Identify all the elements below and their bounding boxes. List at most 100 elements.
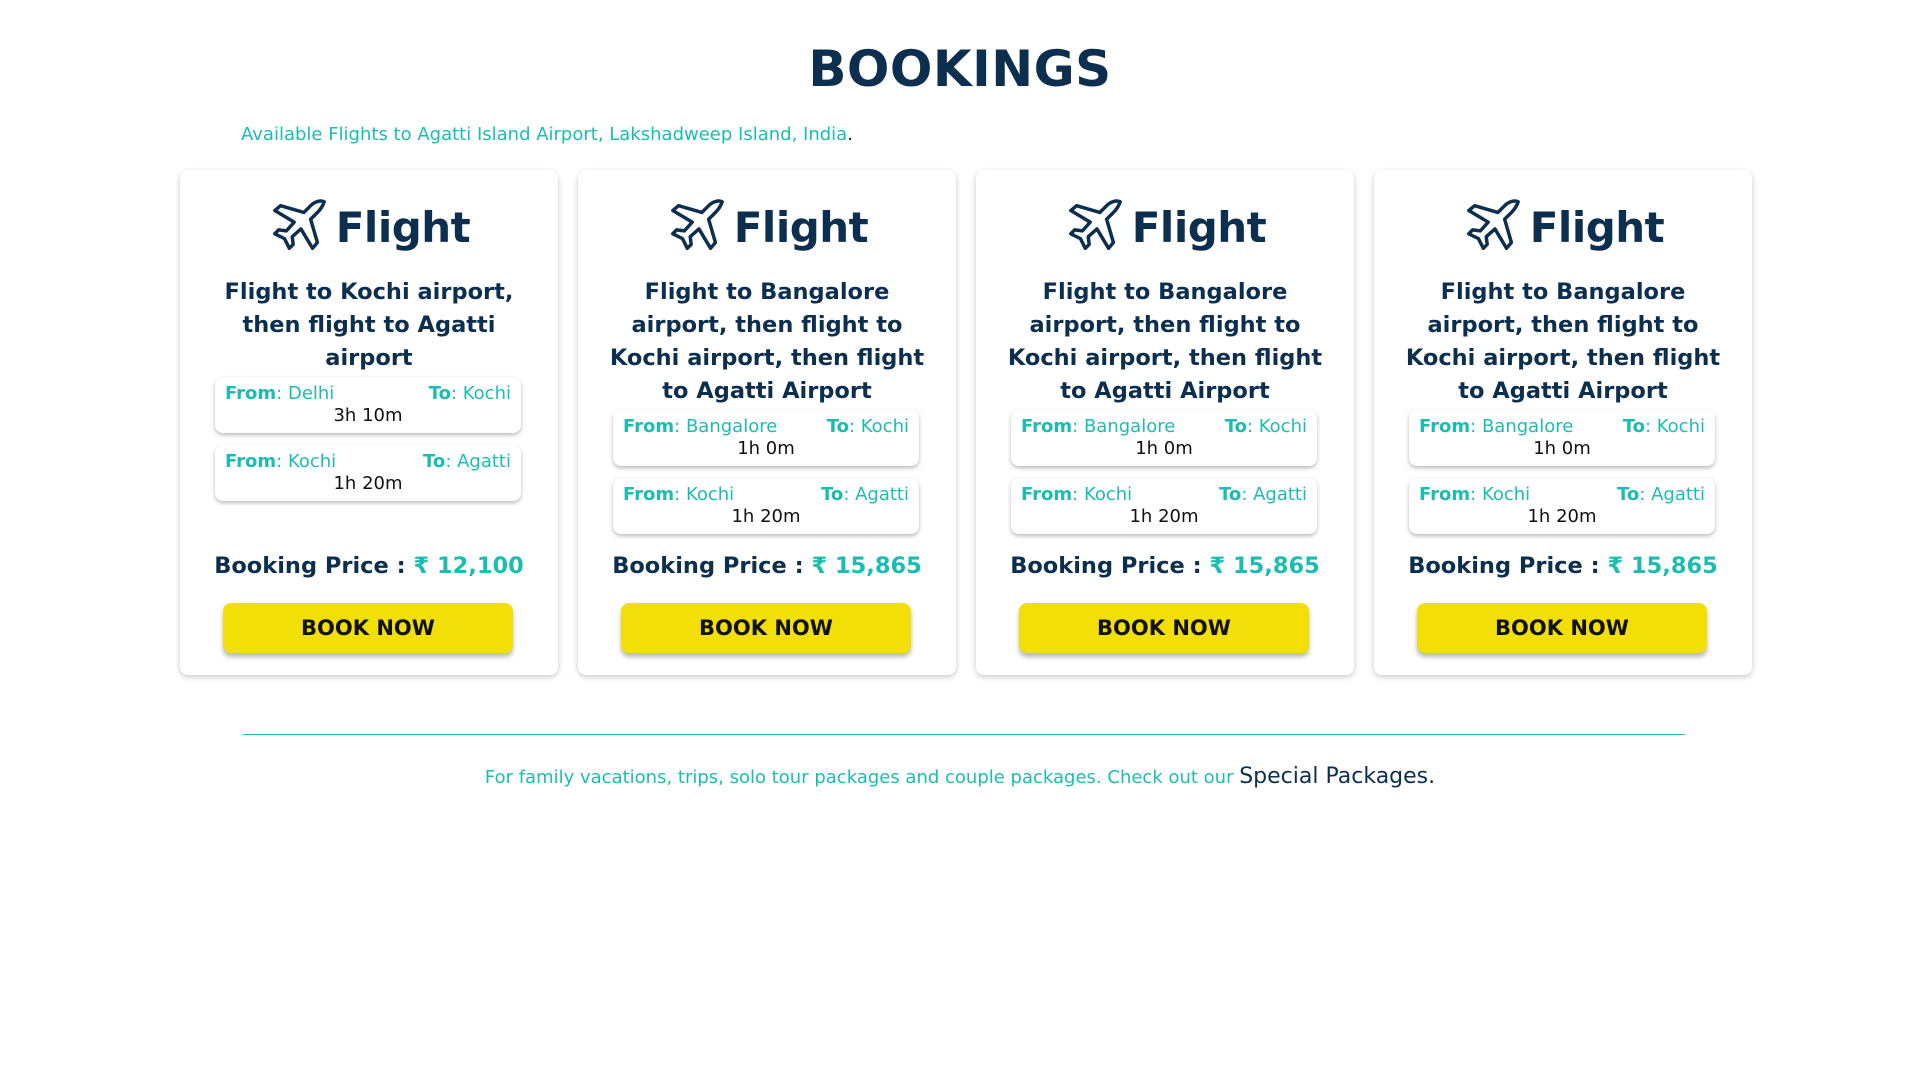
from-label: From (623, 484, 675, 505)
booking-price: Booking Price : ₹ 15,865 (1374, 553, 1752, 579)
booking-price: Booking Price : ₹ 15,865 (976, 553, 1354, 579)
flight-legs: From: Bangalore To: Kochi 1h 0m From: Ko… (1011, 410, 1317, 534)
leg-duration: 1h 20m (1129, 506, 1199, 527)
from-city: Delhi (287, 383, 335, 404)
from-city: Kochi (287, 451, 337, 472)
to-label: To (821, 484, 844, 505)
flight-cards: Flight Flight to Kochi airport, then fli… (180, 170, 1752, 675)
from-city: Bangalore (1083, 416, 1176, 437)
subtitle-period: . (847, 124, 853, 145)
to-city: Kochi (462, 383, 511, 404)
airplane-icon (1466, 199, 1520, 251)
from-label: From (225, 383, 277, 404)
route-description: Flight to Bangalore airport, then flight… (1007, 279, 1323, 404)
leg-from: From: Bangalore (1419, 416, 1574, 437)
flight-leg: From: Kochi To: Agatti 1h 20m (613, 478, 919, 534)
leg-duration: 1h 20m (1527, 506, 1597, 527)
footer-text: For family vacations, trips, solo tour p… (484, 767, 1240, 788)
booking-price: Booking Price : ₹ 15,865 (578, 553, 956, 579)
from-label: From (1419, 484, 1471, 505)
from-city: Kochi (1481, 484, 1531, 505)
special-packages-link[interactable]: Special Packages. (1239, 764, 1435, 789)
leg-to: To: Kochi (1622, 416, 1705, 437)
leg-duration: 1h 20m (333, 473, 403, 494)
to-label: To (1617, 484, 1640, 505)
book-now-button[interactable]: BOOK NOW (621, 603, 911, 653)
leg-from: From: Kochi (1419, 484, 1531, 505)
leg-from: From: Bangalore (623, 416, 778, 437)
booking-price: Booking Price : ₹ 12,100 (180, 553, 558, 579)
leg-duration: 3h 10m (333, 405, 403, 426)
to-label: To (826, 416, 849, 437)
price-amount: ₹ 15,865 (811, 553, 922, 579)
route-description: Flight to Bangalore airport, then flight… (609, 279, 925, 404)
airplane-icon (670, 199, 724, 251)
to-city: Agatti (1651, 484, 1705, 505)
book-now-button[interactable]: BOOK NOW (1417, 603, 1707, 653)
book-now-button[interactable]: BOOK NOW (1019, 603, 1309, 653)
leg-endpoints: From: Kochi To: Agatti (1419, 484, 1705, 505)
leg-to: To: Agatti (1617, 484, 1705, 505)
flight-legs: From: Delhi To: Kochi 3h 10m From: Kochi… (215, 377, 521, 501)
flight-leg: From: Kochi To: Agatti 1h 20m (1409, 478, 1715, 534)
flight-card: Flight Flight to Bangalore airport, then… (578, 170, 956, 675)
flight-legs: From: Bangalore To: Kochi 1h 0m From: Ko… (1409, 410, 1715, 534)
flight-leg: From: Bangalore To: Kochi 1h 0m (1409, 410, 1715, 466)
leg-to: To: Kochi (428, 383, 511, 404)
to-city: Kochi (1656, 416, 1705, 437)
leg-from: From: Kochi (1021, 484, 1133, 505)
to-label: To (423, 451, 446, 472)
to-label: To (1219, 484, 1242, 505)
section-divider (243, 734, 1685, 735)
from-label: From (1021, 484, 1073, 505)
route-description: Flight to Kochi airport, then flight to … (224, 279, 514, 371)
to-city: Kochi (860, 416, 909, 437)
from-city: Kochi (1083, 484, 1133, 505)
leg-endpoints: From: Bangalore To: Kochi (1021, 416, 1307, 437)
leg-endpoints: From: Kochi To: Agatti (1021, 484, 1307, 505)
page-title: BOOKINGS (808, 40, 1112, 98)
flight-leg: From: Bangalore To: Kochi 1h 0m (1011, 410, 1317, 466)
airplane-icon (1068, 199, 1122, 251)
leg-duration: 1h 0m (1533, 438, 1591, 459)
from-label: From (1021, 416, 1073, 437)
book-now-button[interactable]: BOOK NOW (223, 603, 513, 653)
leg-from: From: Delhi (225, 383, 335, 404)
to-city: Kochi (1258, 416, 1307, 437)
card-label: Flight (335, 202, 471, 252)
flight-card: Flight Flight to Kochi airport, then fli… (180, 170, 558, 675)
leg-endpoints: From: Bangalore To: Kochi (623, 416, 909, 437)
route-description: Flight to Bangalore airport, then flight… (1405, 279, 1721, 404)
leg-endpoints: From: Kochi To: Agatti (225, 451, 511, 472)
flight-legs: From: Bangalore To: Kochi 1h 0m From: Ko… (613, 410, 919, 534)
card-label: Flight (733, 202, 869, 252)
subtitle-text: Available Flights to Agatti Island Airpo… (241, 124, 848, 145)
to-label: To (1622, 416, 1645, 437)
from-city: Kochi (685, 484, 735, 505)
leg-to: To: Agatti (423, 451, 511, 472)
leg-endpoints: From: Kochi To: Agatti (623, 484, 909, 505)
from-city: Bangalore (1481, 416, 1574, 437)
price-label: Booking Price : (1408, 553, 1600, 579)
card-label: Flight (1529, 202, 1665, 252)
leg-from: From: Kochi (225, 451, 337, 472)
price-amount: ₹ 12,100 (413, 553, 524, 579)
from-label: From (623, 416, 675, 437)
leg-to: To: Kochi (1224, 416, 1307, 437)
card-header: Flight (1374, 196, 1752, 258)
card-label: Flight (1131, 202, 1267, 252)
leg-endpoints: From: Delhi To: Kochi (225, 383, 511, 404)
price-label: Booking Price : (214, 553, 406, 579)
leg-from: From: Bangalore (1021, 416, 1176, 437)
airplane-icon (272, 199, 326, 251)
price-label: Booking Price : (612, 553, 804, 579)
to-label: To (1224, 416, 1247, 437)
leg-to: To: Agatti (1219, 484, 1307, 505)
to-label: To (428, 383, 451, 404)
flight-leg: From: Kochi To: Agatti 1h 20m (1011, 478, 1317, 534)
to-city: Agatti (1253, 484, 1307, 505)
flight-leg: From: Bangalore To: Kochi 1h 0m (613, 410, 919, 466)
price-amount: ₹ 15,865 (1209, 553, 1320, 579)
page-subtitle: Available Flights to Agatti Island Airpo… (241, 124, 853, 145)
from-label: From (1419, 416, 1471, 437)
